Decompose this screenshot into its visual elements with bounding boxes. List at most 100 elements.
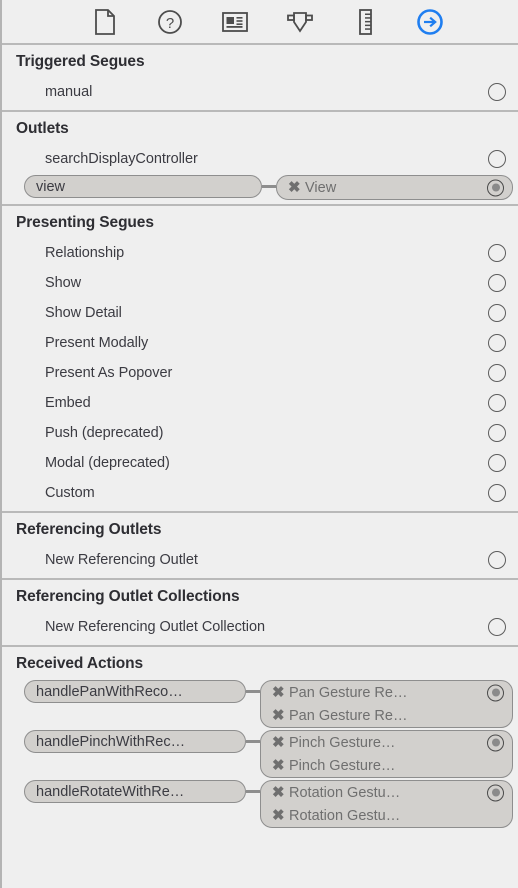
identity-inspector-icon[interactable] <box>218 5 252 39</box>
connected-row: handlePanWithReco… ✖ Pan Gesture Re… ✖ Pan G… <box>2 679 518 729</box>
connection-well-icon[interactable] <box>488 334 506 352</box>
connected-row: handlePinchWithRec… ✖ Pinch Gesture… ✖ Pinch… <box>2 729 518 779</box>
connection-row[interactable]: Relationship <box>2 238 518 268</box>
connections-sections: Triggered Segues manual Outlets searchDispl… <box>2 45 518 832</box>
inspector-toolbar: ? <box>2 0 518 45</box>
connected-target-label: Pan Gesture Re… <box>289 684 408 701</box>
disconnect-icon[interactable]: ✖ <box>288 180 305 195</box>
connection-row[interactable]: New Referencing Outlet Collection <box>2 612 518 642</box>
connection-well-icon[interactable] <box>488 364 506 382</box>
connection-label: Embed <box>45 395 91 411</box>
connection-link-line <box>246 780 260 803</box>
connected-target-label: Pan Gesture Re… <box>289 707 408 724</box>
connection-label: searchDisplayController <box>45 151 198 167</box>
connected-target-row[interactable]: ✖ Pinch Gesture… <box>261 754 512 777</box>
connection-well-icon[interactable] <box>488 454 506 472</box>
section-title: Outlets <box>16 120 69 137</box>
connection-well-icon[interactable] <box>488 150 506 168</box>
connection-link-line <box>262 175 276 198</box>
connected-target-label: Rotation Gestu… <box>289 807 401 824</box>
connection-row[interactable]: Show Detail <box>2 298 518 328</box>
connection-well-icon[interactable] <box>488 304 506 322</box>
connected-target-label: Pinch Gesture… <box>289 734 396 751</box>
connection-row[interactable]: Embed <box>2 388 518 418</box>
connection-row[interactable]: manual <box>2 77 518 107</box>
connection-row[interactable]: Push (deprecated) <box>2 418 518 448</box>
section: Referencing Outlet Collections New Refere… <box>2 580 518 647</box>
connected-targets-group: ✖ Pan Gesture Re… ✖ Pan Gesture Re… <box>260 680 513 728</box>
connected-target-label: Rotation Gestu… <box>289 784 401 801</box>
connection-label: Present Modally <box>45 335 149 351</box>
connection-row[interactable]: Present As Popover <box>2 358 518 388</box>
connected-target-row[interactable]: ✖ Pan Gesture Re… <box>261 704 512 727</box>
section-title: Referencing Outlets <box>16 521 162 538</box>
section: Triggered Segues manual <box>2 45 518 112</box>
connection-well-icon[interactable] <box>488 424 506 442</box>
connection-well-icon[interactable] <box>487 179 504 196</box>
connection-label: New Referencing Outlet Collection <box>45 619 265 635</box>
connected-target-row[interactable]: ✖ Rotation Gestu… <box>261 804 512 827</box>
connection-well-icon[interactable] <box>488 83 506 101</box>
attributes-inspector-icon[interactable] <box>283 5 317 39</box>
connected-target-row[interactable]: ✖ Pinch Gesture… <box>261 731 512 754</box>
file-inspector-icon[interactable] <box>88 5 122 39</box>
connection-label: Show Detail <box>45 305 122 321</box>
connection-label: manual <box>45 84 93 100</box>
connected-target-label: Pinch Gesture… <box>289 757 396 774</box>
connection-well-icon[interactable] <box>488 274 506 292</box>
disconnect-icon[interactable]: ✖ <box>272 708 289 723</box>
connected-target-label: View <box>305 179 337 196</box>
connection-well-icon[interactable] <box>487 784 504 801</box>
section-title: Triggered Segues <box>16 53 145 70</box>
connection-label: Modal (deprecated) <box>45 455 170 471</box>
section-title: Presenting Segues <box>16 214 154 231</box>
connection-row[interactable]: New Referencing Outlet <box>2 545 518 575</box>
quick-help-inspector-icon[interactable]: ? <box>153 5 187 39</box>
connection-row[interactable]: Modal (deprecated) <box>2 448 518 478</box>
connection-name-pill[interactable]: view <box>24 175 262 198</box>
connected-row: handleRotateWithRe… ✖ Rotation Gestu… ✖ Rota… <box>2 779 518 829</box>
svg-text:?: ? <box>165 15 173 32</box>
connected-targets-group: ✖ Rotation Gestu… ✖ Rotation Gestu… <box>260 780 513 828</box>
size-inspector-icon[interactable] <box>348 5 382 39</box>
connection-link-line <box>246 680 260 703</box>
connection-row[interactable]: Custom <box>2 478 518 508</box>
connection-well-icon[interactable] <box>488 484 506 502</box>
connection-label: Present As Popover <box>45 365 173 381</box>
connected-target-row[interactable]: ✖ Pan Gesture Re… <box>261 681 512 704</box>
connection-row[interactable]: Present Modally <box>2 328 518 358</box>
section: Referencing Outlets New Referencing Outle… <box>2 513 518 580</box>
connection-label: Push (deprecated) <box>45 425 164 441</box>
connected-row: view ✖ View <box>2 174 518 201</box>
connection-link-line <box>246 730 260 753</box>
connection-row[interactable]: Show <box>2 268 518 298</box>
disconnect-icon[interactable]: ✖ <box>272 808 289 823</box>
connection-label: Relationship <box>45 245 125 261</box>
connection-well-icon[interactable] <box>488 394 506 412</box>
connection-label: Show <box>45 275 82 291</box>
section: Presenting Segues Relationship Show Show De… <box>2 206 518 513</box>
disconnect-icon[interactable]: ✖ <box>272 785 289 800</box>
connection-well-icon[interactable] <box>488 551 506 569</box>
connected-targets-group: ✖ View <box>276 175 513 200</box>
disconnect-icon[interactable]: ✖ <box>272 735 289 750</box>
section-title: Received Actions <box>16 655 144 672</box>
connection-well-icon[interactable] <box>488 618 506 636</box>
connection-label: New Referencing Outlet <box>45 552 198 568</box>
section: Received Actions handlePanWithReco… ✖ Pan G… <box>2 647 518 832</box>
section: Outlets searchDisplayController view ✖ View <box>2 112 518 206</box>
connection-name-pill[interactable]: handlePinchWithRec… <box>24 730 246 753</box>
connection-well-icon[interactable] <box>487 684 504 701</box>
connections-inspector-icon[interactable] <box>413 5 447 39</box>
connected-target-row[interactable]: ✖ Rotation Gestu… <box>261 781 512 804</box>
section-title: Referencing Outlet Collections <box>16 588 240 605</box>
disconnect-icon[interactable]: ✖ <box>272 685 289 700</box>
connection-name-pill[interactable]: handlePanWithReco… <box>24 680 246 703</box>
connection-well-icon[interactable] <box>488 244 506 262</box>
connection-well-icon[interactable] <box>487 734 504 751</box>
connection-name-pill[interactable]: handleRotateWithRe… <box>24 780 246 803</box>
connected-target-row[interactable]: ✖ View <box>277 176 512 199</box>
connection-row[interactable]: searchDisplayController <box>2 144 518 174</box>
connection-label: Custom <box>45 485 95 501</box>
disconnect-icon[interactable]: ✖ <box>272 758 289 773</box>
